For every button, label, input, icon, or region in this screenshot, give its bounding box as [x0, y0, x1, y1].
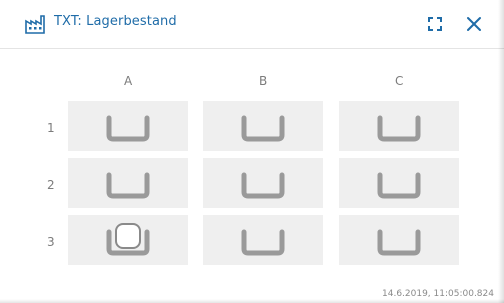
row-label-1: 1: [47, 121, 55, 135]
storage-cell-a2[interactable]: [68, 158, 188, 208]
window-shadow-right: [498, 0, 504, 303]
widget-header: TXT: Lagerbestand: [0, 0, 504, 49]
storage-cell-b1[interactable]: [203, 101, 323, 151]
column-label-b: B: [259, 74, 268, 88]
storage-cell-c1[interactable]: [339, 101, 459, 151]
storage-cell-a3[interactable]: [68, 215, 188, 265]
last-updated-timestamp: 14.6.2019, 11:05:00.824: [382, 289, 494, 299]
empty-bin-icon: [377, 172, 421, 199]
empty-bin-icon: [106, 172, 150, 199]
occupied-bin-icon: [106, 223, 150, 256]
storage-cell-c2[interactable]: [339, 158, 459, 208]
empty-bin-icon: [241, 115, 285, 142]
storage-cell-c3[interactable]: [339, 215, 459, 265]
empty-bin-icon: [241, 172, 285, 199]
empty-bin-icon: [377, 229, 421, 256]
fullscreen-icon[interactable]: [425, 14, 445, 34]
empty-bin-icon: [241, 229, 285, 256]
row-label-3: 3: [47, 235, 55, 249]
column-label-a: A: [124, 74, 133, 88]
storage-cell-b3[interactable]: [203, 215, 323, 265]
row-label-2: 2: [47, 178, 55, 192]
close-icon[interactable]: [464, 14, 484, 34]
widget-title: TXT: Lagerbestand: [54, 14, 177, 29]
stock-widget: TXT: Lagerbestand A B C 1 2 3 14.6.2019,…: [0, 0, 504, 303]
empty-bin-icon: [106, 115, 150, 142]
column-label-c: C: [395, 74, 404, 88]
window-shadow-bottom: [0, 299, 504, 303]
storage-cell-a1[interactable]: [68, 101, 188, 151]
empty-bin-icon: [377, 115, 421, 142]
factory-icon: [24, 13, 46, 35]
storage-cell-b2[interactable]: [203, 158, 323, 208]
